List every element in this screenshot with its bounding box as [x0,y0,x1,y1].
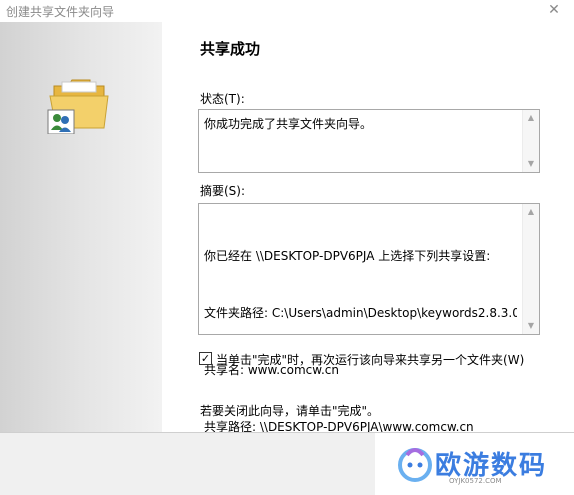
scroll-up-arrow-icon[interactable]: ▲ [523,110,539,126]
scroll-down-arrow-icon[interactable]: ▼ [523,156,539,172]
rerun-wizard-label[interactable]: 当单击"完成"时，再次运行该向导来共享另一个文件夹(W) [216,351,524,368]
wizard-side-panel [0,22,162,432]
scroll-up-arrow-icon[interactable]: ▲ [523,204,539,220]
status-text: 你成功完成了共享文件夹向导。 [204,117,373,131]
brand-logo-icon [398,448,432,482]
status-textbox[interactable]: 你成功完成了共享文件夹向导。 ▲ ▼ [198,109,540,173]
close-button[interactable]: ✕ [544,0,564,20]
rerun-wizard-checkbox[interactable]: ✓ [199,352,212,365]
title-bar: 创建共享文件夹向导 ✕ [0,0,574,22]
shared-folder-icon [47,79,109,134]
summary-line: 你已经在 \\DESKTOP-DPV6PJA 上选择下列共享设置: [204,249,491,263]
window-title: 创建共享文件夹向导 [6,5,115,19]
summary-textbox[interactable]: 你已经在 \\DESKTOP-DPV6PJA 上选择下列共享设置: 文件夹路径:… [198,203,540,434]
summary-scrollbar[interactable]: ▲ ▼ [522,204,539,334]
close-hint-text: 若要关闭此向导，请单击"完成"。 [200,404,380,418]
watermark: 欧游数码 OYJK0572.COM [375,433,574,495]
watermark-domain: OYJK0572.COM [449,477,502,485]
status-label: 状态(T): [200,92,245,106]
summary-label: 摘要(S): [200,184,246,198]
status-scrollbar[interactable]: ▲ ▼ [522,110,539,172]
page-title: 共享成功 [200,40,261,58]
summary-line: 文件夹路径: C:\Users\admin\Desktop\keywords2.… [204,306,517,320]
scroll-down-arrow-icon[interactable]: ▼ [523,318,539,334]
